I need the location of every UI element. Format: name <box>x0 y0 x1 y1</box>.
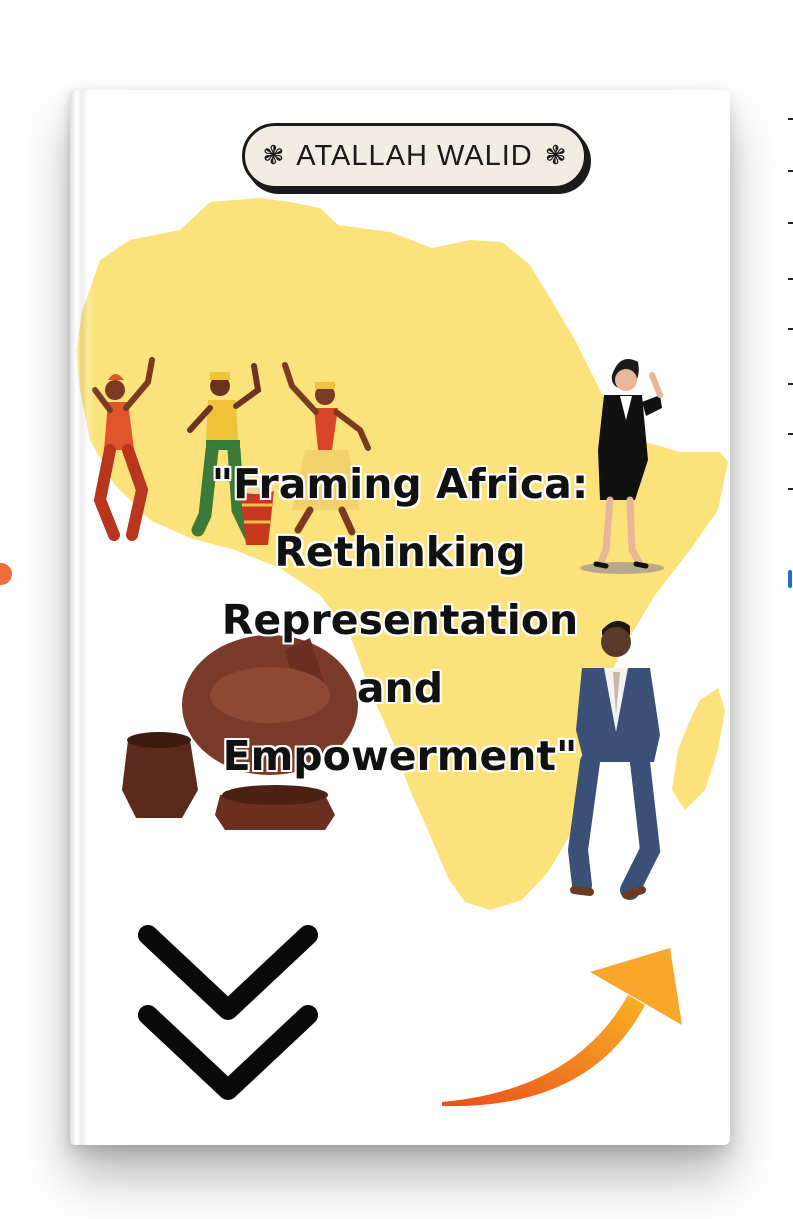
book-title: "Framing Africa: Rethinking Representati… <box>190 450 610 790</box>
author-badge: ❃ ATALLAH WALID ❃ <box>242 123 587 189</box>
title-line: Empowerment" <box>222 732 578 780</box>
title-line: Rethinking <box>274 528 526 576</box>
edge-tick <box>788 328 793 330</box>
curved-arrow-up-icon <box>442 948 682 1107</box>
edge-tick <box>788 170 793 172</box>
adjacent-page-edge <box>788 100 793 600</box>
author-name: ATALLAH WALID <box>296 139 533 172</box>
edge-tick <box>788 222 793 224</box>
edge-tick <box>788 278 793 280</box>
edge-tick <box>788 488 793 490</box>
double-chevron-down-icon <box>138 925 318 1100</box>
edge-decor-dot <box>0 563 12 585</box>
title-line: and <box>356 664 444 712</box>
edge-tick <box>788 118 793 120</box>
title-line: Representation <box>221 596 579 644</box>
flower-ornament-icon: ❃ <box>544 141 567 171</box>
book-cover[interactable]: ❃ ATALLAH WALID ❃ "Framing Africa: Rethi… <box>70 90 730 1145</box>
flower-ornament-icon: ❃ <box>262 141 285 171</box>
edge-accent <box>788 570 792 588</box>
edge-tick <box>788 383 793 385</box>
edge-tick <box>788 433 793 435</box>
title-line: "Framing Africa: <box>211 460 589 508</box>
